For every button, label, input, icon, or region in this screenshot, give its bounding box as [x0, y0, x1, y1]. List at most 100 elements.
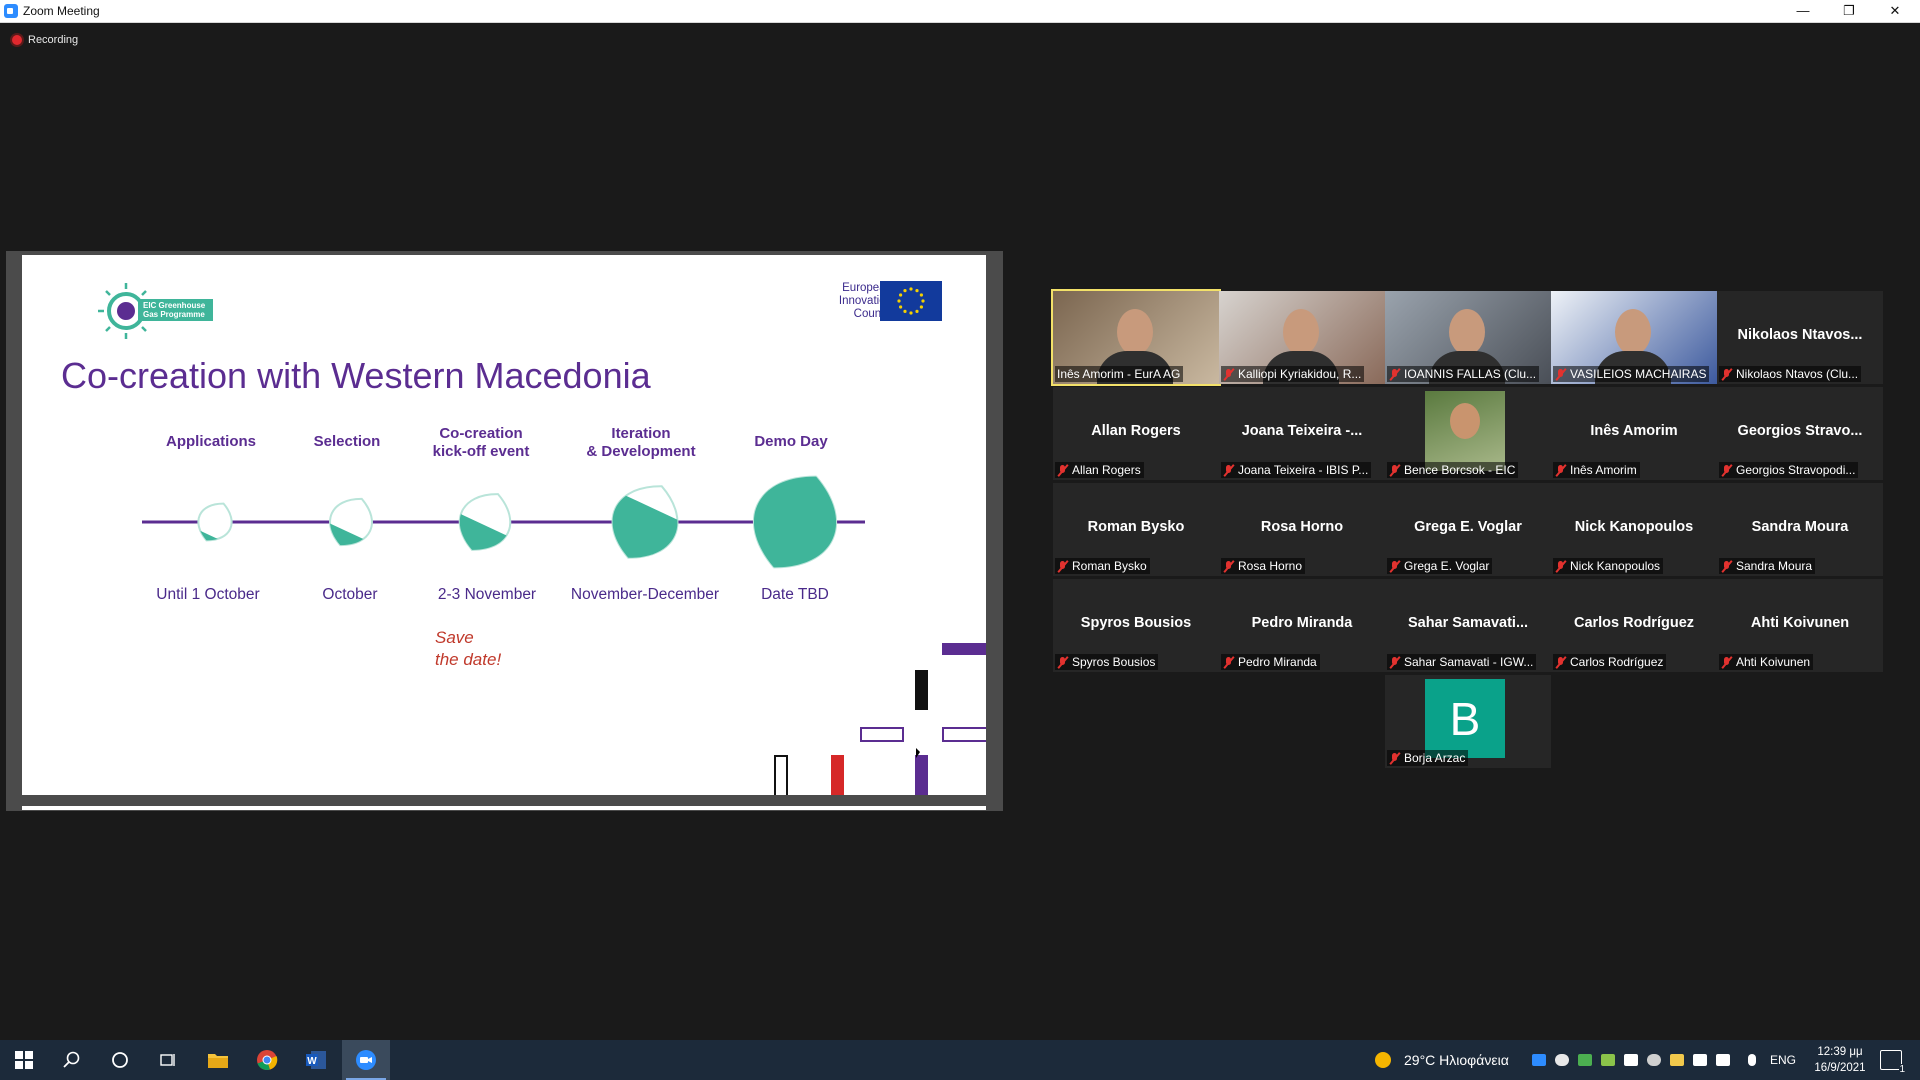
app-tray-icon-3[interactable] [1624, 1054, 1638, 1066]
participant-tile[interactable]: Spyros Bousios Spyros Bousios [1053, 579, 1219, 672]
zoom-taskbar-button[interactable] [342, 1040, 390, 1080]
stage-title: Demo Day [754, 433, 828, 450]
app-tray-icon-5[interactable] [1670, 1054, 1684, 1066]
participant-display-name: Sahar Samavati... [1407, 615, 1529, 631]
participant-display-name: Roman Bysko [1087, 519, 1185, 535]
participant-nameplate: IOANNIS FALLAS (Clu... [1387, 366, 1540, 382]
muted-microphone-icon [1389, 752, 1400, 765]
language-indicator[interactable]: ENG [1770, 1040, 1796, 1080]
muted-microphone-icon [1223, 560, 1234, 573]
decor-outline-2 [942, 727, 986, 742]
stage-date: Date TBD [761, 586, 829, 603]
participant-tile[interactable]: Grega E. Voglar Grega E. Voglar [1385, 483, 1551, 576]
participant-nameplate: Sandra Moura [1719, 558, 1816, 574]
participant-name: Inês Amorim [1570, 463, 1637, 477]
zoom-tray-icon[interactable] [1532, 1054, 1546, 1066]
volume-icon[interactable] [1716, 1054, 1730, 1066]
decor-outline-1 [860, 727, 904, 742]
recording-label: Recording [28, 34, 79, 46]
participant-nameplate: Sahar Samavati - IGW... [1387, 654, 1537, 670]
participant-name: Grega E. Voglar [1404, 559, 1490, 573]
participant-tile[interactable]: Ahti Koivunen Ahti Koivunen [1717, 579, 1883, 672]
participant-name: Allan Rogers [1072, 463, 1141, 477]
minimize-button[interactable]: — [1780, 0, 1826, 22]
participant-display-name: Inês Amorim [1590, 423, 1678, 439]
restore-button[interactable]: ❐ [1826, 0, 1872, 22]
participant-tile[interactable]: Kalliopi Kyriakidou, R... [1219, 291, 1385, 384]
participant-tile[interactable]: Nick Kanopoulos Nick Kanopoulos [1551, 483, 1717, 576]
search-icon [63, 1051, 80, 1068]
participant-tile[interactable]: Sandra Moura Sandra Moura [1717, 483, 1883, 576]
stage-date: 2-3 November [437, 586, 537, 603]
stage-title: Iteration & Development [586, 425, 696, 460]
clock-date: 16/9/2021 [1814, 1062, 1866, 1074]
muted-microphone-icon [1721, 368, 1732, 381]
participant-tile[interactable]: IOANNIS FALLAS (Clu... [1385, 291, 1551, 384]
participant-tile[interactable]: Rosa Horno Rosa Horno [1219, 483, 1385, 576]
muted-microphone-icon [1389, 656, 1400, 669]
file-explorer-button[interactable] [194, 1040, 242, 1080]
zoom-icon [356, 1050, 376, 1070]
muted-microphone-icon [1223, 368, 1234, 381]
muted-microphone-icon [1057, 656, 1068, 669]
participant-tile[interactable]: B Borja Arzac [1385, 675, 1551, 768]
stage-date: Until 1 October [156, 586, 260, 603]
participant-name: Bence Borcsok - EIC [1404, 463, 1516, 477]
taskbar-clock[interactable]: 12:39 μμ 16/9/2021 [1800, 1044, 1880, 1076]
participant-nameplate: Rosa Horno [1221, 558, 1306, 574]
participant-display-name: Georgios Stravo... [1737, 423, 1863, 439]
app-tray-icon-2[interactable] [1601, 1054, 1615, 1066]
participant-tile[interactable]: VASILEIOS MACHAIRAS [1551, 291, 1717, 384]
participant-display-name: Carlos Rodríguez [1573, 615, 1695, 631]
participant-nameplate: Borja Arzac [1387, 750, 1469, 766]
participant-name: Rosa Horno [1238, 559, 1303, 573]
cortana-button[interactable] [96, 1040, 144, 1080]
participant-tile[interactable]: Allan Rogers Allan Rogers [1053, 387, 1219, 480]
task-view-button[interactable] [144, 1040, 192, 1080]
participant-name: Ahti Koivunen [1736, 655, 1811, 669]
participant-tile[interactable]: Nikolaos Ntavos... Nikolaos Ntavos (Clu..… [1717, 291, 1883, 384]
participant-display-name: Pedro Miranda [1251, 615, 1353, 631]
participant-tile[interactable]: Pedro Miranda Pedro Miranda [1219, 579, 1385, 672]
shared-slide: EIC Greenhouse Gas Programme European In… [22, 255, 986, 795]
participant-name: Sandra Moura [1736, 559, 1813, 573]
participant-display-name: Sandra Moura [1751, 519, 1849, 535]
decor-bar-violet [915, 755, 928, 795]
app-tray-icon-4[interactable] [1647, 1054, 1661, 1066]
participant-tile[interactable]: Sahar Samavati... Sahar Samavati - IGW... [1385, 579, 1551, 672]
cloud-tray-icon[interactable] [1555, 1054, 1569, 1066]
participant-nameplate: VASILEIOS MACHAIRAS [1553, 366, 1710, 382]
participant-nameplate: Bence Borcsok - EIC [1387, 462, 1519, 478]
title-bar: Zoom Meeting — ❐ ✕ [0, 0, 1920, 23]
stage-title: Selection [313, 433, 381, 450]
close-button[interactable]: ✕ [1872, 0, 1918, 22]
participant-name: VASILEIOS MACHAIRAS [1570, 367, 1707, 381]
chrome-button[interactable] [243, 1040, 291, 1080]
participant-tile[interactable]: Joana Teixeira -... Joana Teixeira - IBIS… [1219, 387, 1385, 480]
recording-indicator[interactable]: Recording [12, 34, 78, 46]
participant-nameplate: Inês Amorim [1553, 462, 1640, 478]
start-button[interactable] [0, 1040, 48, 1080]
participant-tile[interactable]: Carlos Rodríguez Carlos Rodríguez [1551, 579, 1717, 672]
word-button[interactable]: W [292, 1040, 340, 1080]
muted-microphone-icon [1555, 560, 1566, 573]
weather-text[interactable]: 29°C Ηλιοφάνεια [1404, 1040, 1509, 1080]
network-icon[interactable] [1693, 1054, 1707, 1066]
participant-name: Nick Kanopoulos [1570, 559, 1661, 573]
participant-tile[interactable]: Bence Borcsok - EIC [1385, 387, 1551, 480]
microphone-icon[interactable] [1748, 1054, 1756, 1066]
notification-center-icon[interactable]: 1 [1880, 1050, 1905, 1075]
participant-nameplate: Kalliopi Kyriakidou, R... [1221, 366, 1365, 382]
participant-tile[interactable]: Inês Amorim - EurA AG [1051, 289, 1221, 386]
decor-bar-outline [774, 755, 788, 795]
zoom-app-icon [4, 4, 18, 18]
word-icon: W [306, 1051, 326, 1069]
stage-date: October [322, 586, 378, 603]
folder-icon [208, 1054, 228, 1068]
app-tray-icon-1[interactable] [1578, 1054, 1592, 1066]
search-button[interactable] [48, 1040, 96, 1080]
participant-tile[interactable]: Inês Amorim Inês Amorim [1551, 387, 1717, 480]
participant-tile[interactable]: Roman Bysko Roman Bysko [1053, 483, 1219, 576]
participant-tile[interactable]: Georgios Stravo... Georgios Stravopodi... [1717, 387, 1883, 480]
participant-nameplate: Spyros Bousios [1055, 654, 1159, 670]
